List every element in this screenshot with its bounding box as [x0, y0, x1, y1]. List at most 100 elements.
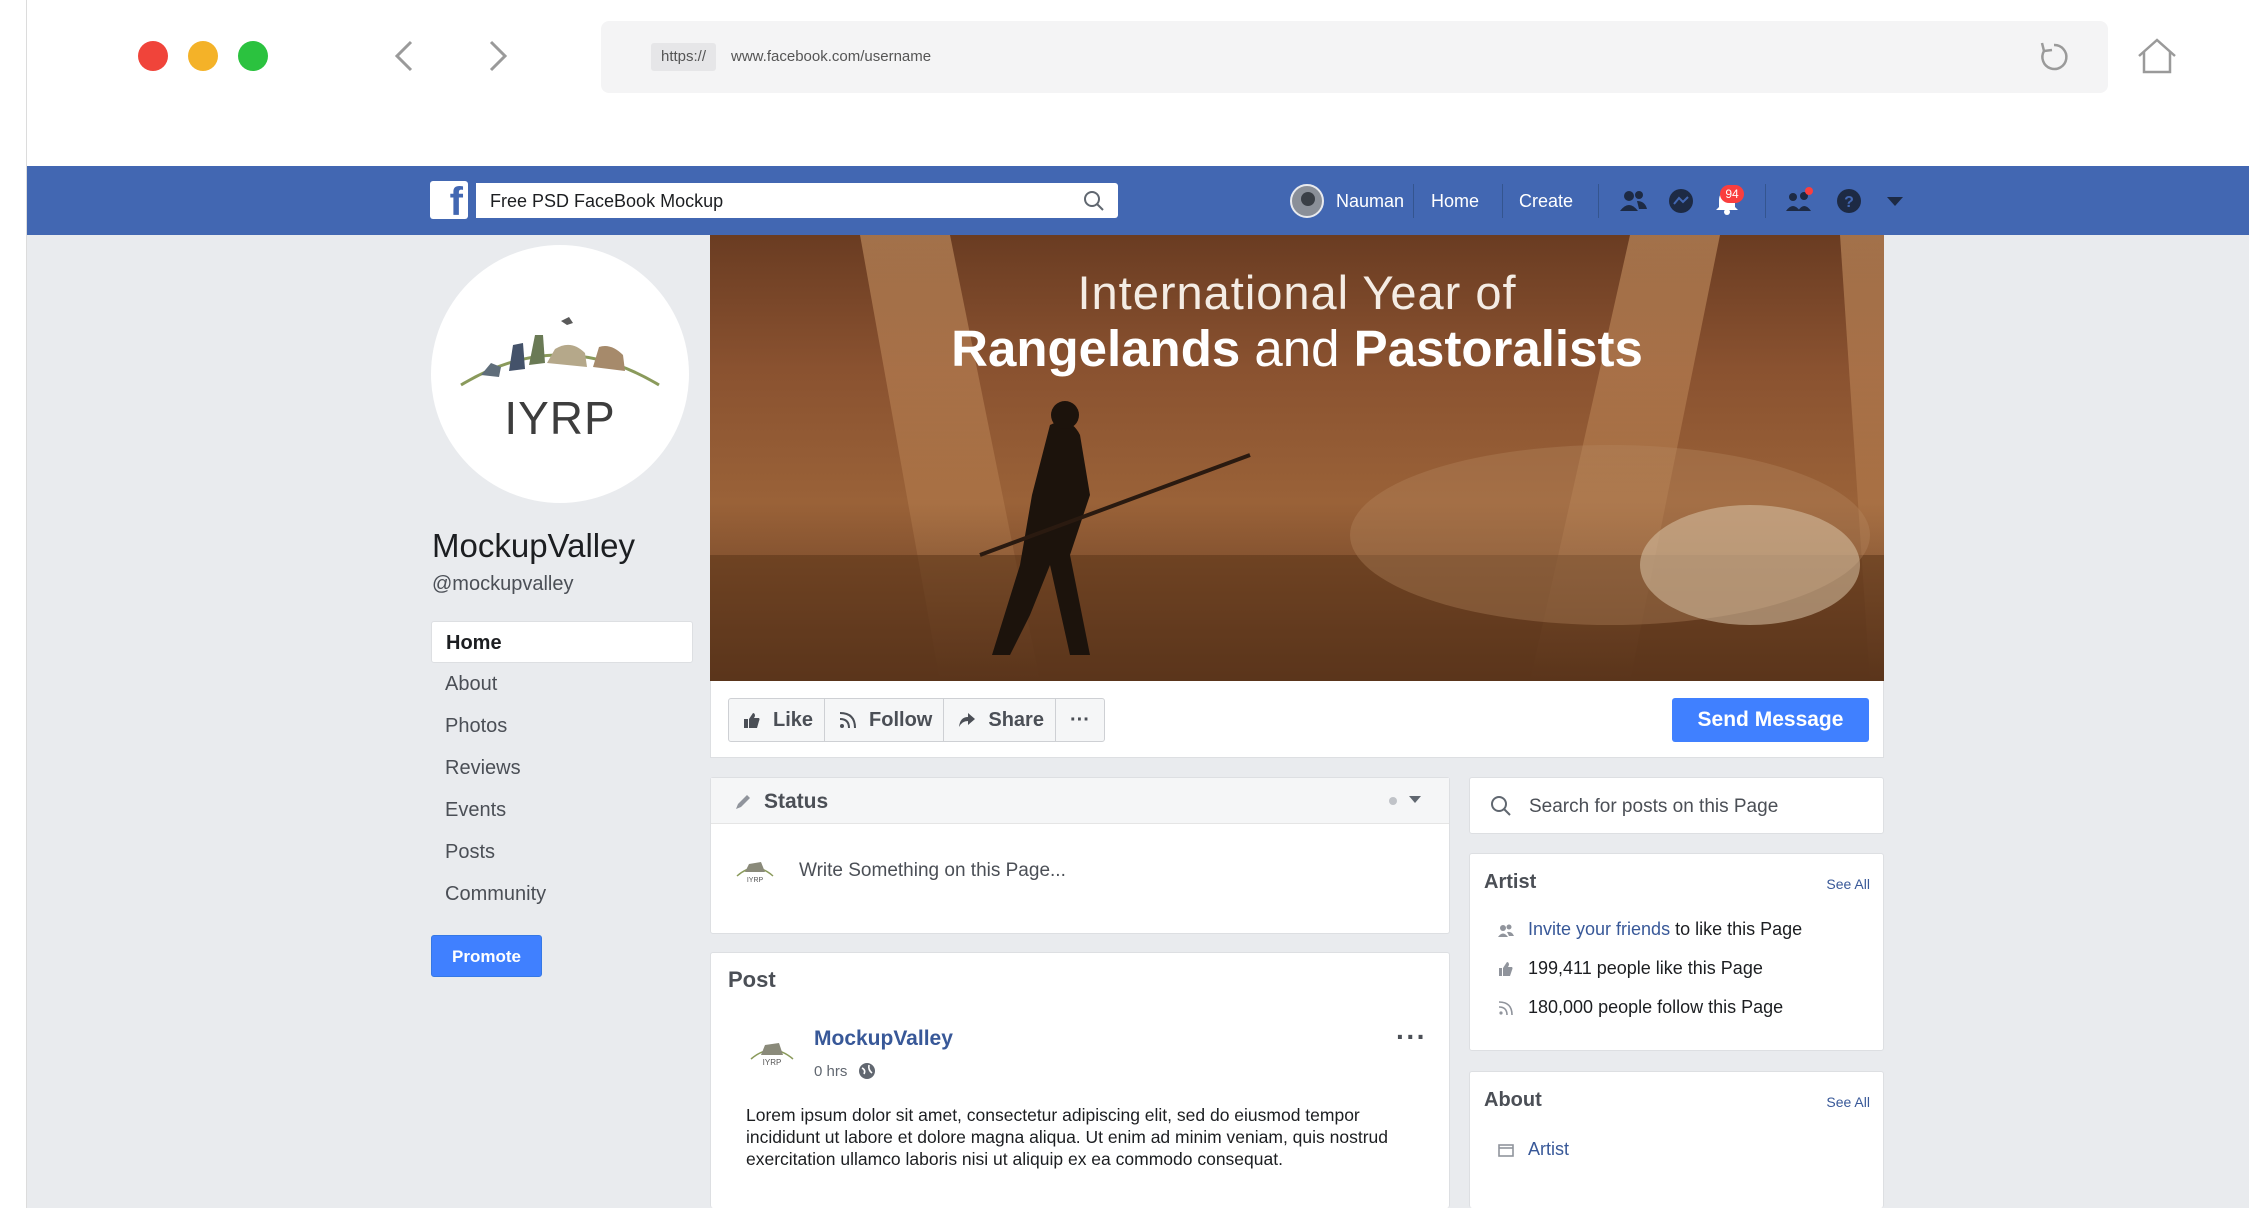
- invite-friends-row: Invite your friends to like this Page: [1498, 919, 1802, 940]
- cover-title-line-2: Rangelands and Pastoralists: [710, 319, 1884, 378]
- about-category-link[interactable]: Artist: [1528, 1139, 1569, 1160]
- friend-requests-icon[interactable]: [1617, 185, 1649, 217]
- follow-label: Follow: [869, 708, 933, 731]
- thumbs-up-icon: [1499, 961, 1513, 976]
- likes-count-row: 199,411 people like this Page: [1498, 958, 1763, 979]
- divider: [1598, 184, 1599, 218]
- minimize-window-button[interactable]: [188, 41, 218, 71]
- search-icon[interactable]: [1082, 189, 1106, 213]
- left-nav-item-events[interactable]: Events: [431, 789, 693, 831]
- left-nav-item-posts[interactable]: Posts: [431, 831, 693, 873]
- address-bar[interactable]: https:// www.facebook.com/username: [601, 21, 2108, 93]
- svg-text:?: ?: [1844, 194, 1854, 211]
- page-action-bar: Like Follow Share ··· Send Message: [710, 681, 1884, 758]
- notification-count-badge: 94: [1720, 185, 1744, 203]
- share-label: Share: [988, 708, 1044, 731]
- artist-card-title: Artist: [1484, 871, 1537, 893]
- profile-link[interactable]: Nauman: [1290, 184, 1404, 218]
- pencil-icon: [736, 795, 750, 809]
- left-nav-item-home[interactable]: Home: [431, 621, 693, 663]
- friends-icon: [1498, 924, 1514, 937]
- post-options-button[interactable]: ···: [1396, 1021, 1427, 1053]
- facebook-logo-icon[interactable]: f: [430, 181, 468, 222]
- facebook-top-bar: f Free PSD FaceBook Mockup Nauman Home C…: [27, 166, 2249, 235]
- maximize-window-button[interactable]: [238, 41, 268, 71]
- back-icon[interactable]: [387, 36, 423, 76]
- audience-chevron-down-icon[interactable]: [1385, 792, 1425, 808]
- left-nav-item-photos[interactable]: Photos: [431, 705, 693, 747]
- svg-text:IYRP: IYRP: [747, 877, 764, 884]
- like-button[interactable]: Like: [729, 699, 826, 741]
- page-handle[interactable]: @mockupvalley: [432, 573, 573, 596]
- search-placeholder: Search for posts on this Page: [1529, 796, 1779, 817]
- iyrp-logo-icon: [460, 317, 660, 387]
- cover-photo[interactable]: International Year of Rangelands and Pas…: [710, 235, 1884, 681]
- home-icon[interactable]: [2135, 36, 2179, 76]
- post-author-avatar-icon[interactable]: IYRP: [747, 1031, 797, 1067]
- like-label: Like: [773, 708, 814, 731]
- post-author-link[interactable]: MockupValley: [814, 1027, 953, 1051]
- more-actions-button[interactable]: ···: [1056, 699, 1104, 741]
- reload-icon[interactable]: [2036, 39, 2072, 75]
- rss-icon: [1498, 1000, 1513, 1015]
- about-card: About See All Artist: [1469, 1071, 1884, 1208]
- browser-toolbar: https:// www.facebook.com/username: [27, 0, 2249, 166]
- follow-button[interactable]: Follow: [825, 699, 945, 741]
- category-icon: [1498, 1143, 1514, 1157]
- iyrp-logo-text: IYRP: [504, 392, 616, 444]
- nav-home-link[interactable]: Home: [1431, 191, 1479, 212]
- divider: [1413, 184, 1414, 218]
- cover-title-word: Pastoralists: [1353, 320, 1643, 377]
- status-composer: Status IYRP Write Something on this Page…: [710, 777, 1450, 934]
- search-value: Free PSD FaceBook Mockup: [490, 191, 724, 211]
- follows-count-row: 180,000 people follow this Page: [1498, 997, 1783, 1018]
- close-window-button[interactable]: [138, 41, 168, 71]
- about-card-title: About: [1484, 1089, 1542, 1111]
- artist-see-all-link[interactable]: See All: [1826, 876, 1870, 892]
- help-icon[interactable]: ?: [1833, 185, 1865, 217]
- page-content: IYRP MockupValley @mockupvalley Home Abo…: [27, 235, 2249, 1208]
- divider: [1765, 184, 1766, 218]
- messenger-icon[interactable]: [1665, 185, 1697, 217]
- page-left-nav: Home About Photos Reviews Events Posts C…: [431, 621, 693, 915]
- left-nav-item-about[interactable]: About: [431, 663, 693, 705]
- page-title: MockupValley: [432, 527, 635, 564]
- cover-title-word: Rangelands: [951, 320, 1241, 377]
- about-see-all-link[interactable]: See All: [1826, 1094, 1870, 1110]
- page-avatar-icon: IYRP: [736, 862, 774, 884]
- share-arrow-icon: [959, 713, 976, 727]
- cover-title-line-1: International Year of: [1077, 266, 1517, 319]
- share-button[interactable]: Share: [944, 699, 1056, 741]
- left-nav-item-community[interactable]: Community: [431, 873, 693, 915]
- find-friends-icon[interactable]: [1783, 185, 1815, 217]
- invite-friends-link[interactable]: Invite your friends: [1528, 919, 1670, 940]
- cover-title-word: and: [1254, 320, 1340, 377]
- post-timestamp[interactable]: 0 hrs: [814, 1061, 877, 1081]
- facebook-search-input[interactable]: Free PSD FaceBook Mockup: [476, 183, 1118, 218]
- invite-friends-text: to like this Page: [1670, 919, 1803, 939]
- follows-count-text: 180,000 people follow this Page: [1528, 997, 1784, 1017]
- divider: [1502, 184, 1503, 218]
- profile-picture[interactable]: IYRP: [431, 245, 689, 503]
- status-tab[interactable]: Status: [764, 790, 828, 814]
- left-nav-item-reviews[interactable]: Reviews: [431, 747, 693, 789]
- page-post-search[interactable]: Search for posts on this Page: [1469, 777, 1884, 834]
- search-icon: [1491, 796, 1511, 816]
- status-input[interactable]: Write Something on this Page...: [799, 860, 1066, 882]
- promote-button[interactable]: Promote: [431, 935, 542, 977]
- post-body-text: Lorem ipsum dolor sit amet, consectetur …: [746, 1105, 1389, 1169]
- forward-icon[interactable]: [479, 36, 515, 76]
- user-name: Nauman: [1336, 190, 1405, 211]
- url-text[interactable]: www.facebook.com/username: [731, 43, 931, 71]
- nav-create-link[interactable]: Create: [1519, 191, 1573, 212]
- likes-count-text: 199,411 people like this Page: [1528, 958, 1763, 978]
- rss-icon: [839, 712, 857, 729]
- globe-icon: [859, 1063, 876, 1079]
- post-card: Post IYRP MockupValley 0 hrs ··· Lorem i…: [710, 952, 1450, 1208]
- page-action-buttons: Like Follow Share ···: [728, 698, 1105, 742]
- post-section-title: Post: [728, 967, 776, 992]
- account-menu-chevron-down-icon[interactable]: [1879, 185, 1911, 217]
- thumbs-up-icon: [744, 713, 760, 728]
- url-protocol: https://: [651, 43, 717, 71]
- send-message-button[interactable]: Send Message: [1672, 698, 1869, 742]
